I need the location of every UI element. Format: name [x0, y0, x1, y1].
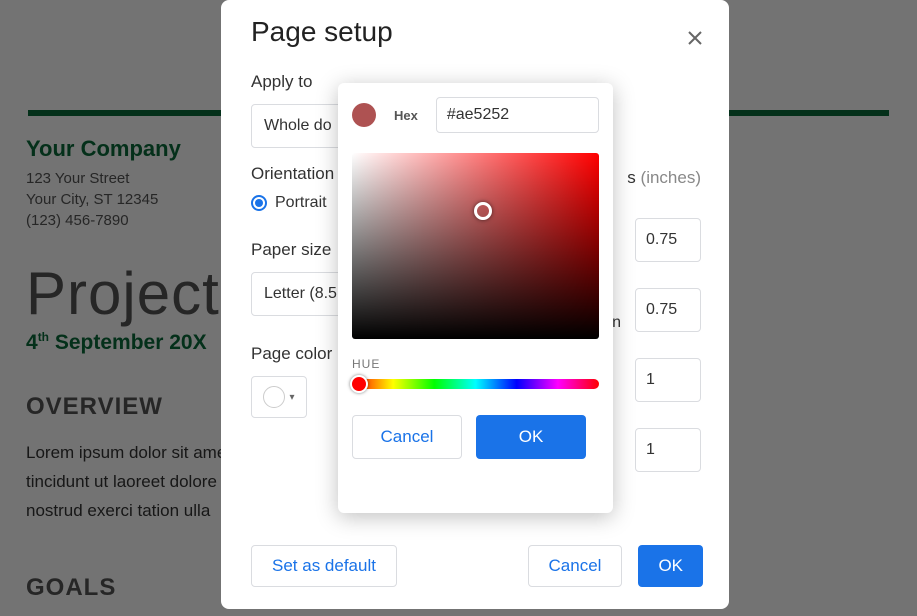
page-color-swatch-button[interactable]: ▾: [251, 376, 307, 418]
inches-label: (inches): [641, 168, 701, 187]
margin-right-input[interactable]: 1: [635, 428, 701, 472]
margins-label: s (inches): [627, 168, 701, 188]
close-icon[interactable]: [683, 26, 707, 50]
ok-button[interactable]: OK: [638, 545, 703, 587]
margins-text: s: [627, 168, 636, 187]
saturation-value-area[interactable]: [352, 153, 599, 339]
current-color-swatch: [352, 103, 376, 127]
dialog-title: Page setup: [251, 16, 701, 48]
portrait-label: Portrait: [275, 194, 327, 212]
hue-track: [352, 379, 599, 389]
margin-top-value: 0.75: [646, 231, 677, 249]
margin-top-input[interactable]: 0.75: [635, 218, 701, 262]
swatch-circle-icon: [263, 386, 285, 408]
chevron-down-icon: ▾: [289, 392, 294, 403]
color-picker-popover: Hex #ae5252 HUE Cancel OK: [338, 83, 613, 513]
set-as-default-button[interactable]: Set as default: [251, 545, 397, 587]
hex-value: #ae5252: [447, 106, 509, 124]
dialog-buttons: Set as default Cancel OK: [251, 545, 703, 587]
cancel-button[interactable]: Cancel: [528, 545, 623, 587]
hue-label: HUE: [352, 357, 599, 371]
hex-input[interactable]: #ae5252: [436, 97, 599, 133]
margin-left-input[interactable]: 1: [635, 358, 701, 402]
page-setup-dialog: Page setup Apply to Whole do Orientation…: [221, 0, 729, 609]
margin-right-value: 1: [646, 441, 655, 459]
apply-to-value: Whole do: [264, 117, 332, 135]
margin-bottom-input[interactable]: 0.75: [635, 288, 701, 332]
radio-icon: [251, 195, 267, 211]
margin-row2-label: n: [612, 314, 621, 332]
paper-size-value: Letter (8.5: [264, 285, 337, 303]
margins-column: 0.75 n 0.75 1 1: [606, 186, 701, 498]
picker-cancel-button[interactable]: Cancel: [352, 415, 462, 459]
picker-ok-button[interactable]: OK: [476, 415, 586, 459]
hex-label: Hex: [394, 108, 418, 123]
hue-slider[interactable]: [352, 379, 599, 389]
sv-handle[interactable]: [474, 202, 492, 220]
margin-bottom-value: 0.75: [646, 301, 677, 319]
hue-handle[interactable]: [350, 375, 368, 393]
margin-left-value: 1: [646, 371, 655, 389]
